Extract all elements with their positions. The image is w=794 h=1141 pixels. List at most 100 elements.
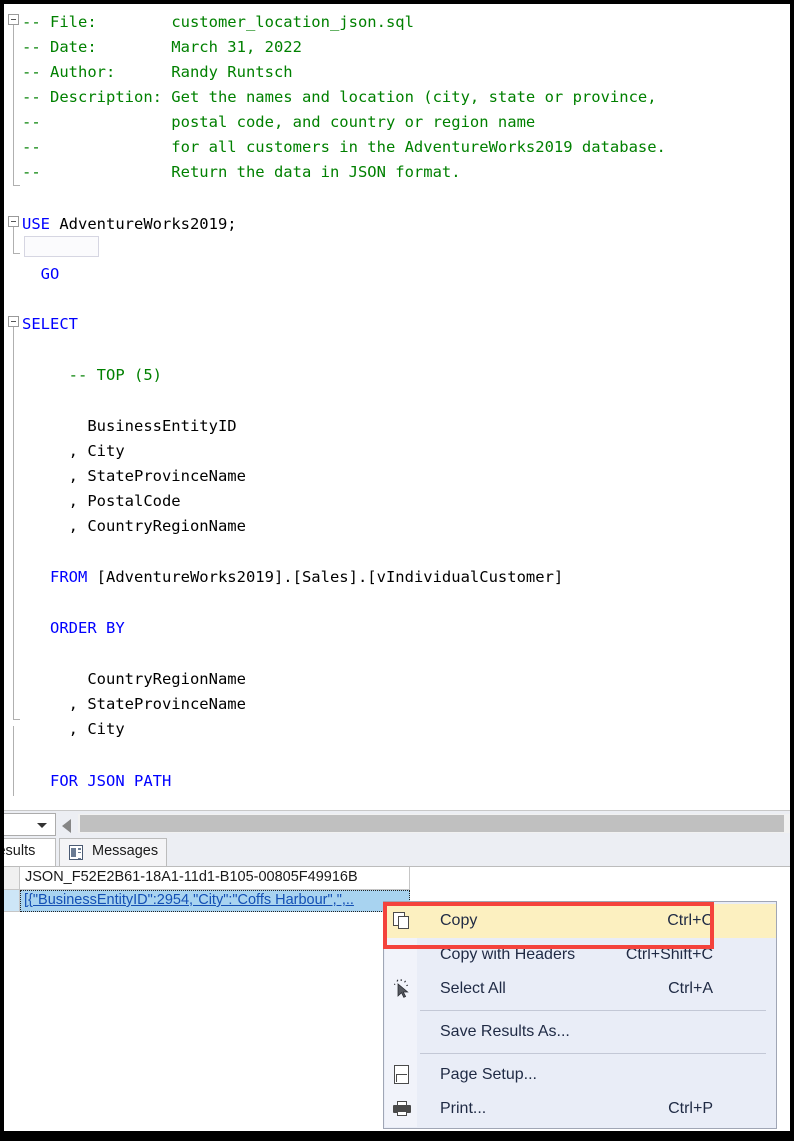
code-line: CountryRegionName: [22, 667, 246, 692]
menu-separator: [420, 1010, 766, 1011]
code-token: FOR JSON PATH: [22, 772, 172, 790]
code-token: AdventureWorks2019;: [50, 215, 237, 233]
code-token: USE: [22, 215, 50, 233]
code-token: -- Author: Randy Runtsch: [22, 63, 293, 81]
code-line: , StateProvinceName: [22, 692, 246, 717]
code-token: SELECT: [22, 315, 78, 333]
code-line: -- TOP (5): [22, 363, 162, 388]
code-line: BusinessEntityID: [22, 414, 237, 439]
code-line: FROM [AdventureWorks2019].[Sales].[vIndi…: [22, 565, 563, 590]
sql-editor[interactable]: -- File: customer_location_json.sql -- Da…: [4, 4, 790, 810]
fold-guide-line: [13, 227, 14, 253]
code-line: GO: [22, 262, 60, 287]
grid-column-header[interactable]: JSON_F52E2B61-18A1-11d1-B105-00805F49916…: [20, 867, 410, 890]
menu-item-shortcut: Ctrl+C: [667, 912, 713, 929]
fold-guide-foot: [13, 185, 20, 186]
menu-item-copy-with-headers[interactable]: Copy with Headers Ctrl+Shift+C: [384, 938, 776, 972]
menu-item-no-icon: [384, 938, 418, 972]
code-line: -- Return the data in JSON format.: [22, 160, 461, 185]
code-line: FOR JSON PATH: [22, 769, 171, 794]
fold-guide-foot: [13, 719, 20, 720]
menu-separator: [420, 1053, 766, 1054]
context-menu-items: Copy Ctrl+C Copy with Headers Ctrl+Shift+C S…: [384, 904, 776, 1126]
code-token: , StateProvinceName: [22, 467, 246, 485]
code-token: , StateProvinceName: [22, 695, 246, 713]
menu-item-no-icon: [384, 1015, 418, 1049]
code-token: FROM: [22, 568, 88, 586]
code-token: -- Description: Get the names and locati…: [22, 88, 657, 106]
grid-cell-json-result[interactable]: [{"BusinessEntityID":2954,"City":"Coffs …: [20, 890, 410, 912]
chevron-down-icon[interactable]: [37, 823, 47, 828]
menu-item-label: Print...: [440, 1100, 487, 1117]
code-line: ORDER BY: [22, 616, 125, 641]
code-token: -- for all customers in the AdventureWor…: [22, 138, 666, 156]
zoom-level-combobox[interactable]: %: [4, 813, 56, 836]
menu-item-save-results-as[interactable]: Save Results As...: [384, 1015, 776, 1049]
code-line: -- File: customer_location_json.sql: [22, 10, 414, 35]
tab-results[interactable]: Results: [4, 838, 56, 866]
code-line: -- Description: Get the names and locati…: [22, 85, 657, 110]
code-line: SELECT: [22, 312, 78, 337]
menu-item-print[interactable]: Print... Ctrl+P: [384, 1092, 776, 1126]
code-token: -- File:: [22, 13, 172, 31]
fold-toggle-header-comment[interactable]: [8, 14, 19, 25]
code-token: , City: [22, 442, 125, 460]
code-token: -- Return the data in JSON format.: [22, 163, 461, 181]
menu-item-select-all[interactable]: Select All Ctrl+A: [384, 972, 776, 1006]
grid-row-header[interactable]: [4, 890, 20, 912]
menu-item-label: Copy: [440, 912, 478, 929]
code-line: -- Date: March 31, 2022: [22, 35, 302, 60]
code-token: -- TOP (5): [22, 366, 162, 384]
fold-guide-line: [13, 25, 14, 185]
fold-guide-line: [13, 726, 14, 796]
horizontal-scrollbar-thumb[interactable]: [80, 815, 784, 832]
print-icon: [384, 1092, 418, 1126]
results-context-menu[interactable]: Copy Ctrl+C Copy with Headers Ctrl+Shift+C S…: [383, 901, 777, 1129]
code-token: , PostalCode: [22, 492, 181, 510]
copy-icon: [384, 904, 418, 938]
code-token: customer_location_json.sql: [171, 13, 414, 31]
code-token: BusinessEntityID: [22, 417, 237, 435]
menu-item-shortcut: Ctrl+P: [668, 1100, 713, 1117]
fold-toggle-use[interactable]: [8, 216, 19, 227]
grid-select-all-corner[interactable]: [4, 867, 20, 890]
fold-toggle-select[interactable]: [8, 316, 19, 327]
menu-item-label: Copy with Headers: [440, 946, 576, 963]
menu-item-label: Select All: [440, 980, 506, 997]
code-line: , City: [22, 439, 125, 464]
code-token: ORDER BY: [22, 619, 125, 637]
menu-item-shortcut: Ctrl+A: [668, 980, 713, 997]
code-token: CountryRegionName: [22, 670, 246, 688]
messages-icon: [69, 845, 83, 860]
code-line: -- for all customers in the AdventureWor…: [22, 135, 666, 160]
code-line: , CountryRegionName: [22, 514, 246, 539]
code-line: , StateProvinceName: [22, 464, 246, 489]
screenshot-frame: -- File: customer_location_json.sql -- Da…: [4, 4, 790, 1131]
editor-bottom-bar: %: [4, 810, 790, 839]
menu-item-copy[interactable]: Copy Ctrl+C: [384, 904, 776, 938]
menu-item-page-setup[interactable]: Page Setup...: [384, 1058, 776, 1092]
fold-guide-foot: [13, 253, 20, 254]
code-token: , City: [22, 720, 125, 738]
code-token: -- Date: March 31, 2022: [22, 38, 302, 56]
code-line: -- postal code, and country or region na…: [22, 110, 535, 135]
code-token: , CountryRegionName: [22, 517, 246, 535]
code-line: USE AdventureWorks2019;: [22, 212, 237, 237]
code-token: GO: [22, 265, 60, 283]
results-tab-strip: Results Messages: [4, 838, 790, 867]
menu-item-label: Save Results As...: [440, 1023, 570, 1040]
code-token: -- postal code, and country or region na…: [22, 113, 536, 131]
menu-item-shortcut: Ctrl+Shift+C: [625, 946, 713, 963]
tab-messages-label: Messages: [92, 843, 159, 859]
tab-results-label: Results: [4, 843, 36, 859]
tab-messages[interactable]: Messages: [59, 838, 167, 866]
code-line: , PostalCode: [22, 489, 181, 514]
page-setup-icon: [384, 1058, 418, 1092]
fold-guide-line: [13, 327, 14, 719]
code-line: , City: [22, 717, 125, 742]
menu-item-label: Page Setup...: [440, 1066, 537, 1083]
select-all-icon: [384, 972, 418, 1006]
code-line: -- Author: Randy Runtsch: [22, 60, 293, 85]
scroll-left-arrow-icon[interactable]: [62, 819, 71, 833]
editor-caret-line-box: [24, 236, 99, 257]
